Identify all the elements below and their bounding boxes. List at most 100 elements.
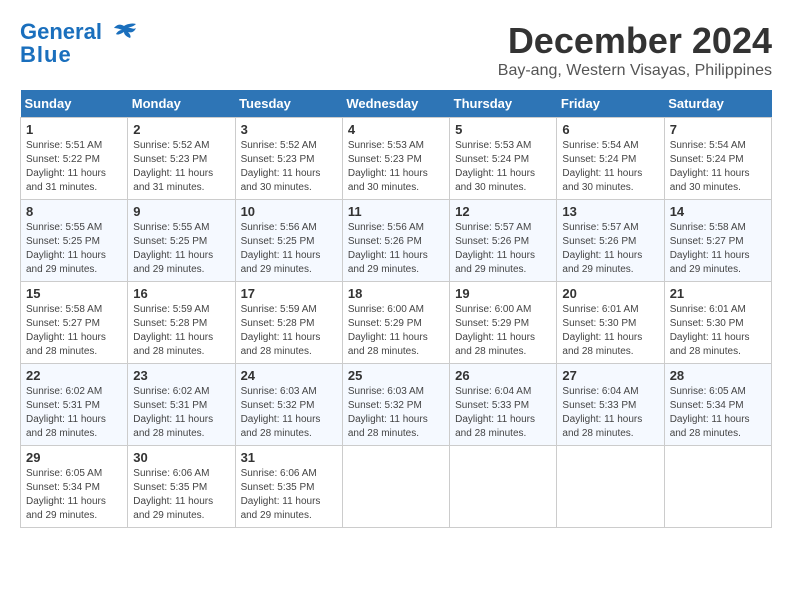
calendar-cell: 12 Sunrise: 5:57 AMSunset: 5:26 PMDayligh… bbox=[450, 200, 557, 282]
day-number: 19 bbox=[455, 286, 551, 301]
calendar-title: December 2024 bbox=[498, 20, 772, 62]
calendar-week-row: 1Sunrise: 5:51 AMSunset: 5:22 PMDaylight… bbox=[21, 118, 772, 200]
day-info: Sunrise: 6:00 AMSunset: 5:29 PMDaylight:… bbox=[348, 303, 444, 359]
day-info: Sunrise: 5:55 AMSunset: 5:25 PMDaylight:… bbox=[133, 221, 229, 277]
day-info: Sunrise: 6:06 AMSunset: 5:35 PMDaylight:… bbox=[241, 467, 337, 523]
logo-bird-icon bbox=[110, 22, 138, 44]
day-info: Sunrise: 5:54 AMSunset: 5:24 PMDaylight:… bbox=[670, 139, 766, 195]
title-area: December 2024 Bay-ang, Western Visayas, … bbox=[498, 20, 772, 80]
day-number: 10 bbox=[241, 204, 337, 219]
day-info: Sunrise: 6:03 AMSunset: 5:32 PMDaylight:… bbox=[241, 385, 337, 441]
calendar-cell: 25Sunrise: 6:03 AMSunset: 5:32 PMDayligh… bbox=[342, 364, 449, 446]
calendar-cell: 5 Sunrise: 5:53 AMSunset: 5:24 PMDaylight… bbox=[450, 118, 557, 200]
day-number: 16 bbox=[133, 286, 229, 301]
calendar-cell: 24 Sunrise: 6:03 AMSunset: 5:32 PMDayligh… bbox=[235, 364, 342, 446]
calendar-cell: 20Sunrise: 6:01 AMSunset: 5:30 PMDayligh… bbox=[557, 282, 664, 364]
calendar-cell bbox=[450, 446, 557, 528]
day-number: 7 bbox=[670, 122, 766, 137]
weekday-header-thursday: Thursday bbox=[450, 90, 557, 118]
weekday-header-friday: Friday bbox=[557, 90, 664, 118]
day-number: 6 bbox=[562, 122, 658, 137]
calendar-cell: 16Sunrise: 5:59 AMSunset: 5:28 PMDayligh… bbox=[128, 282, 235, 364]
calendar-cell: 1Sunrise: 5:51 AMSunset: 5:22 PMDaylight… bbox=[21, 118, 128, 200]
calendar-cell: 14 Sunrise: 5:58 AMSunset: 5:27 PMDayligh… bbox=[664, 200, 771, 282]
calendar-week-row: 8 Sunrise: 5:55 AMSunset: 5:25 PMDaylight… bbox=[21, 200, 772, 282]
day-number: 3 bbox=[241, 122, 337, 137]
calendar-cell: 22 Sunrise: 6:02 AMSunset: 5:31 PMDayligh… bbox=[21, 364, 128, 446]
calendar-cell: 11 Sunrise: 5:56 AMSunset: 5:26 PMDayligh… bbox=[342, 200, 449, 282]
day-number: 18 bbox=[348, 286, 444, 301]
day-number: 5 bbox=[455, 122, 551, 137]
logo-blue-text: Blue bbox=[20, 42, 72, 68]
calendar-cell: 26Sunrise: 6:04 AMSunset: 5:33 PMDayligh… bbox=[450, 364, 557, 446]
calendar-cell: 3Sunrise: 5:52 AMSunset: 5:23 PMDaylight… bbox=[235, 118, 342, 200]
day-info: Sunrise: 6:04 AMSunset: 5:33 PMDaylight:… bbox=[562, 385, 658, 441]
day-number: 23 bbox=[133, 368, 229, 383]
day-info: Sunrise: 5:56 AMSunset: 5:25 PMDaylight:… bbox=[241, 221, 337, 277]
day-info: Sunrise: 5:51 AMSunset: 5:22 PMDaylight:… bbox=[26, 139, 122, 195]
calendar-week-row: 15 Sunrise: 5:58 AMSunset: 5:27 PMDayligh… bbox=[21, 282, 772, 364]
calendar-cell bbox=[664, 446, 771, 528]
logo: General Blue bbox=[20, 20, 138, 68]
weekday-header-monday: Monday bbox=[128, 90, 235, 118]
day-info: Sunrise: 5:55 AMSunset: 5:25 PMDaylight:… bbox=[26, 221, 122, 277]
day-number: 9 bbox=[133, 204, 229, 219]
calendar-cell: 19 Sunrise: 6:00 AMSunset: 5:29 PMDayligh… bbox=[450, 282, 557, 364]
day-info: Sunrise: 6:02 AMSunset: 5:31 PMDaylight:… bbox=[26, 385, 122, 441]
day-number: 14 bbox=[670, 204, 766, 219]
day-info: Sunrise: 5:58 AMSunset: 5:27 PMDaylight:… bbox=[26, 303, 122, 359]
day-number: 8 bbox=[26, 204, 122, 219]
day-info: Sunrise: 5:58 AMSunset: 5:27 PMDaylight:… bbox=[670, 221, 766, 277]
weekday-header-tuesday: Tuesday bbox=[235, 90, 342, 118]
calendar-cell: 27 Sunrise: 6:04 AMSunset: 5:33 PMDayligh… bbox=[557, 364, 664, 446]
day-number: 30 bbox=[133, 450, 229, 465]
day-number: 28 bbox=[670, 368, 766, 383]
day-number: 20 bbox=[562, 286, 658, 301]
calendar-cell: 6 Sunrise: 5:54 AMSunset: 5:24 PMDaylight… bbox=[557, 118, 664, 200]
day-number: 12 bbox=[455, 204, 551, 219]
calendar-cell: 2Sunrise: 5:52 AMSunset: 5:23 PMDaylight… bbox=[128, 118, 235, 200]
calendar-subtitle: Bay-ang, Western Visayas, Philippines bbox=[498, 62, 772, 80]
day-number: 25 bbox=[348, 368, 444, 383]
calendar-cell bbox=[557, 446, 664, 528]
weekday-header-saturday: Saturday bbox=[664, 90, 771, 118]
day-number: 31 bbox=[241, 450, 337, 465]
day-number: 22 bbox=[26, 368, 122, 383]
calendar-cell: 30Sunrise: 6:06 AMSunset: 5:35 PMDayligh… bbox=[128, 446, 235, 528]
day-number: 29 bbox=[26, 450, 122, 465]
day-number: 27 bbox=[562, 368, 658, 383]
day-info: Sunrise: 5:54 AMSunset: 5:24 PMDaylight:… bbox=[562, 139, 658, 195]
day-number: 24 bbox=[241, 368, 337, 383]
day-number: 26 bbox=[455, 368, 551, 383]
day-info: Sunrise: 5:52 AMSunset: 5:23 PMDaylight:… bbox=[133, 139, 229, 195]
calendar-cell: 21 Sunrise: 6:01 AMSunset: 5:30 PMDayligh… bbox=[664, 282, 771, 364]
calendar-cell: 9 Sunrise: 5:55 AMSunset: 5:25 PMDaylight… bbox=[128, 200, 235, 282]
day-number: 17 bbox=[241, 286, 337, 301]
day-info: Sunrise: 5:57 AMSunset: 5:26 PMDaylight:… bbox=[455, 221, 551, 277]
day-info: Sunrise: 5:57 AMSunset: 5:26 PMDaylight:… bbox=[562, 221, 658, 277]
day-info: Sunrise: 6:00 AMSunset: 5:29 PMDaylight:… bbox=[455, 303, 551, 359]
calendar-week-row: 22 Sunrise: 6:02 AMSunset: 5:31 PMDayligh… bbox=[21, 364, 772, 446]
day-number: 13 bbox=[562, 204, 658, 219]
day-info: Sunrise: 5:53 AMSunset: 5:24 PMDaylight:… bbox=[455, 139, 551, 195]
day-number: 15 bbox=[26, 286, 122, 301]
calendar-cell: 7 Sunrise: 5:54 AMSunset: 5:24 PMDaylight… bbox=[664, 118, 771, 200]
calendar-cell: 15 Sunrise: 5:58 AMSunset: 5:27 PMDayligh… bbox=[21, 282, 128, 364]
day-info: Sunrise: 6:02 AMSunset: 5:31 PMDaylight:… bbox=[133, 385, 229, 441]
calendar-cell: 17 Sunrise: 5:59 AMSunset: 5:28 PMDayligh… bbox=[235, 282, 342, 364]
day-info: Sunrise: 5:59 AMSunset: 5:28 PMDaylight:… bbox=[241, 303, 337, 359]
day-info: Sunrise: 5:56 AMSunset: 5:26 PMDaylight:… bbox=[348, 221, 444, 277]
calendar-cell: 28 Sunrise: 6:05 AMSunset: 5:34 PMDayligh… bbox=[664, 364, 771, 446]
weekday-header-sunday: Sunday bbox=[21, 90, 128, 118]
day-number: 21 bbox=[670, 286, 766, 301]
day-info: Sunrise: 5:53 AMSunset: 5:23 PMDaylight:… bbox=[348, 139, 444, 195]
weekday-header-row: SundayMondayTuesdayWednesdayThursdayFrid… bbox=[21, 90, 772, 118]
calendar-week-row: 29Sunrise: 6:05 AMSunset: 5:34 PMDayligh… bbox=[21, 446, 772, 528]
day-info: Sunrise: 6:01 AMSunset: 5:30 PMDaylight:… bbox=[670, 303, 766, 359]
calendar-cell: 8 Sunrise: 5:55 AMSunset: 5:25 PMDaylight… bbox=[21, 200, 128, 282]
day-info: Sunrise: 6:05 AMSunset: 5:34 PMDaylight:… bbox=[670, 385, 766, 441]
calendar-cell: 13 Sunrise: 5:57 AMSunset: 5:26 PMDayligh… bbox=[557, 200, 664, 282]
day-number: 11 bbox=[348, 204, 444, 219]
calendar-cell: 18 Sunrise: 6:00 AMSunset: 5:29 PMDayligh… bbox=[342, 282, 449, 364]
day-number: 4 bbox=[348, 122, 444, 137]
